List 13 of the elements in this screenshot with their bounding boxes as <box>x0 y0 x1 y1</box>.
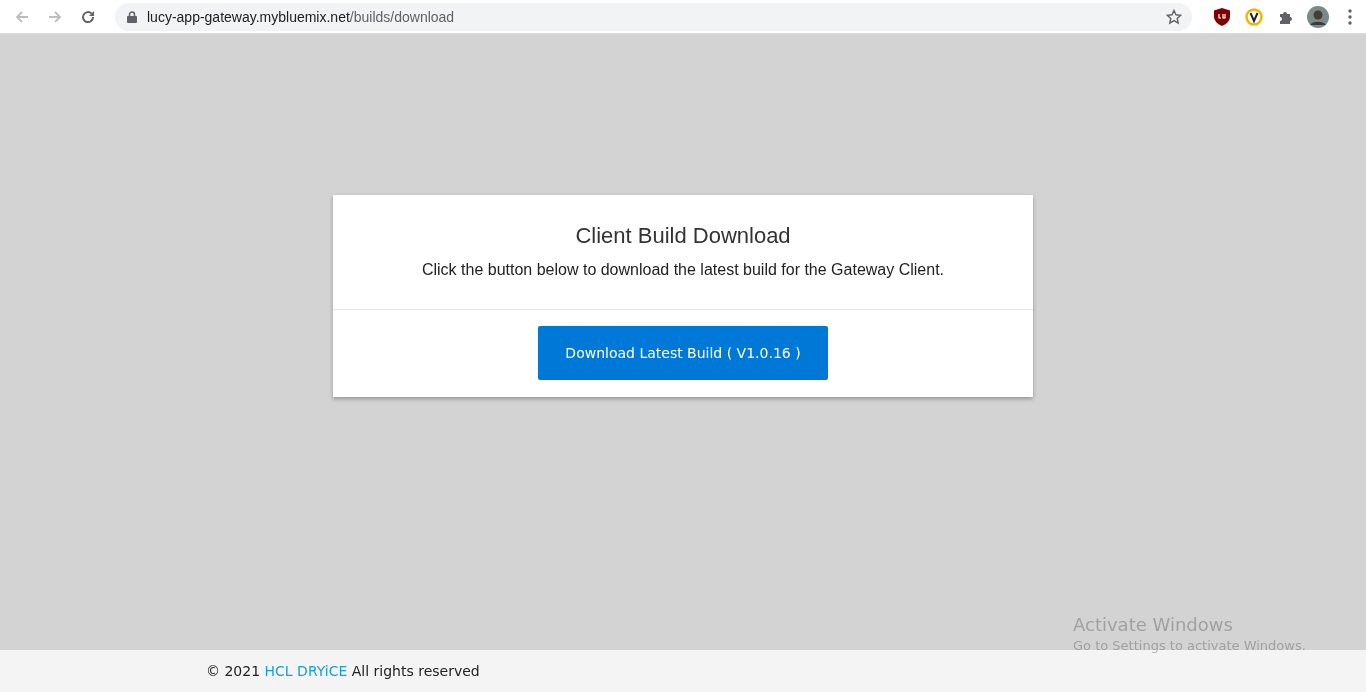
menu-icon[interactable] <box>1348 8 1352 25</box>
download-button[interactable]: Download Latest Build ( V1.0.16 ) <box>538 326 828 380</box>
company-link[interactable]: HCL DRYiCE <box>264 663 348 679</box>
card-title: Client Build Download <box>575 223 791 249</box>
card-message: Click the button below to download the latest build for the Gateway Client. <box>421 261 945 279</box>
reload-icon[interactable] <box>80 8 96 25</box>
shield-icon[interactable] <box>1214 7 1230 26</box>
v-circle-icon[interactable] <box>1245 7 1263 26</box>
copyright-text: © 2021 HCL DRYiCE All rights reserved <box>206 663 480 679</box>
lock-icon <box>127 10 137 23</box>
avatar-icon[interactable] <box>1307 5 1329 28</box>
address-bar[interactable]: lucy-app-gateway.mybluemix.net/builds/download <box>115 2 1192 31</box>
star-icon[interactable] <box>1166 8 1182 25</box>
